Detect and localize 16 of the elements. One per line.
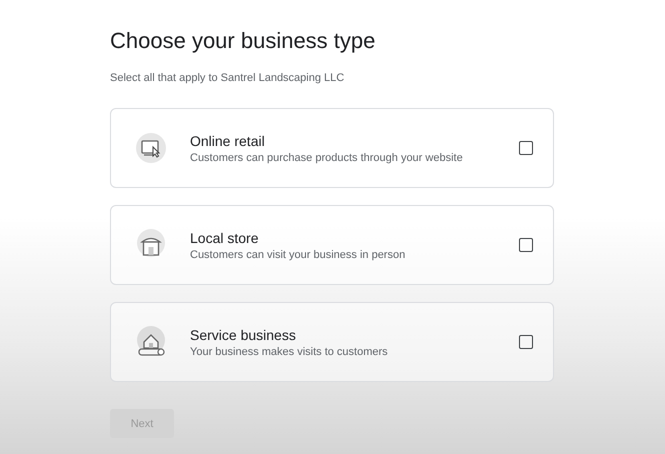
option-card[interactable]: Service business Your business makes visits to customers — [110, 302, 554, 382]
checkbox[interactable] — [519, 141, 533, 155]
option-card[interactable]: Local store Customers can visit your business in person — [110, 205, 554, 285]
option-title: Online retail — [190, 132, 266, 148]
option-description: Customers can visit your business in person — [190, 248, 406, 260]
house-pin-icon — [135, 326, 167, 358]
option-card[interactable]: Online retail Customers can purchase products through your website — [110, 108, 554, 188]
checkbox[interactable] — [519, 335, 533, 349]
monitor-cursor-icon — [135, 132, 167, 164]
checkbox[interactable] — [519, 238, 533, 252]
page-subtitle: Select all that apply to Santrel Landscaping LLC — [110, 72, 346, 84]
option-title: Service business — [190, 326, 297, 342]
option-description: Your business makes visits to customers — [190, 346, 389, 358]
page-title: Choose your business type — [110, 28, 376, 54]
option-title: Local store — [190, 230, 260, 246]
option-description: Customers can purchase products through your website — [190, 152, 464, 164]
